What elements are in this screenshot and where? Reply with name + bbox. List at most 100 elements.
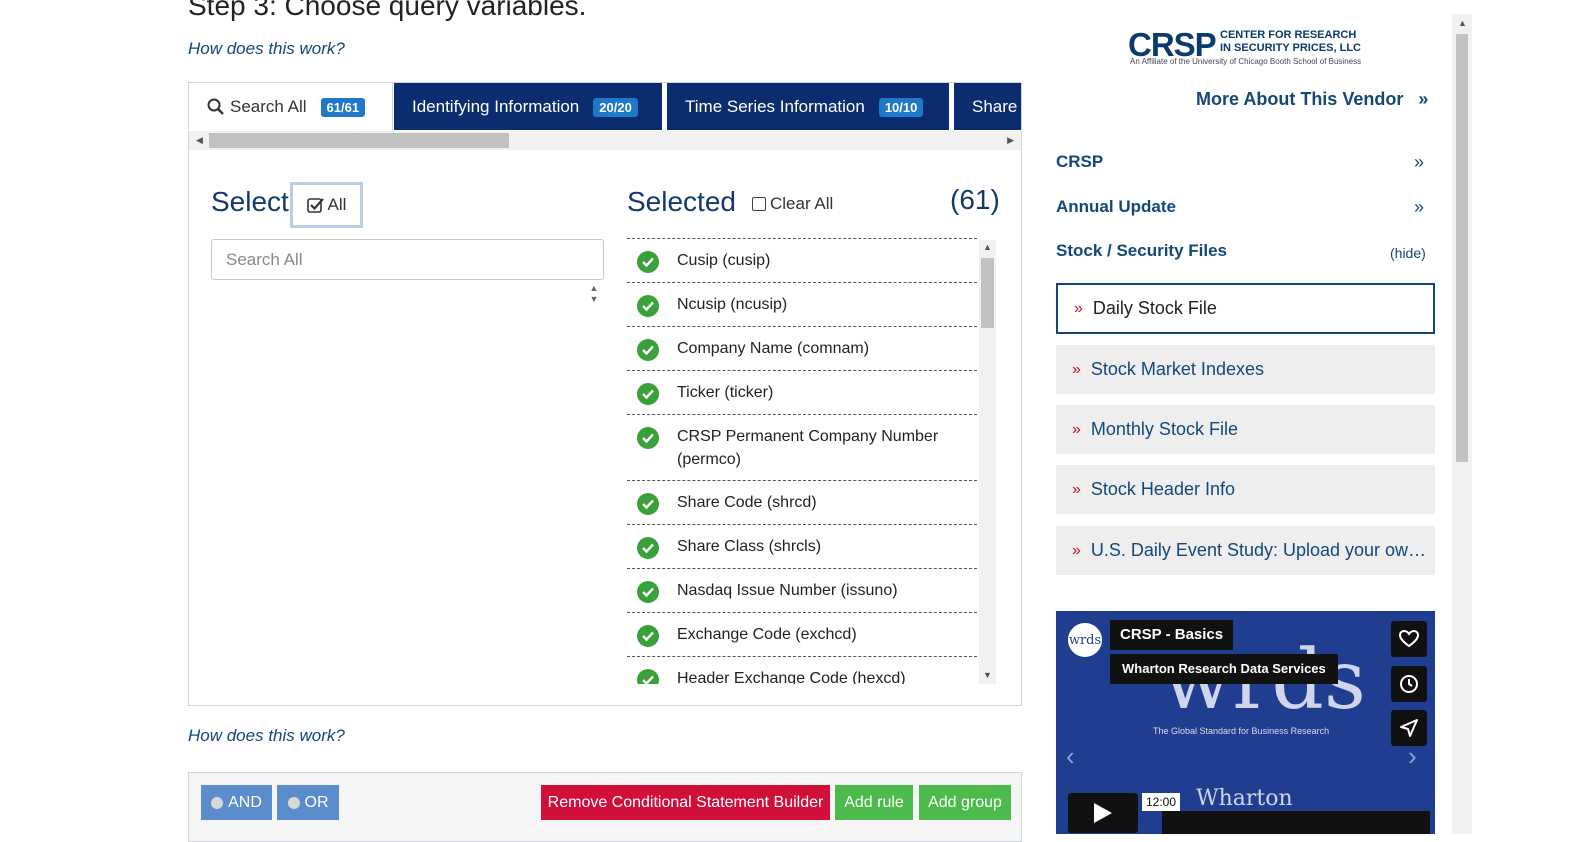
tab-search-all[interactable]: Search All 61/61 [189, 83, 393, 130]
tab-label: Time Series Information [685, 97, 865, 116]
count-badge: 10/10 [878, 97, 924, 117]
scrollbar-thumb[interactable] [981, 258, 994, 328]
file-label: Stock Market Indexes [1090, 359, 1264, 379]
video-title[interactable]: CRSP - Basics [1110, 620, 1234, 650]
scroll-right-icon[interactable]: ▶ [1007, 135, 1014, 146]
variable-label: Company Name (comnam) [677, 340, 870, 357]
selected-variable-item[interactable]: Ticker (ticker) [627, 371, 977, 415]
and-toggle[interactable]: AND [201, 785, 272, 820]
selected-variable-item[interactable]: Exchange Code (exchcd) [627, 613, 977, 657]
selected-variable-item[interactable]: Header Exchange Code (hexcd) [627, 657, 977, 684]
remove-conditional-statement-builder-button[interactable]: Remove Conditional Statement Builder [541, 785, 830, 820]
wharton-watermark: Wharton [1196, 786, 1293, 811]
count-badge: 20/20 [593, 97, 638, 117]
scroll-up-icon[interactable]: ▲ [983, 242, 992, 252]
play-button[interactable] [1068, 793, 1138, 833]
page-scrollbar[interactable]: ▲ [1452, 14, 1472, 834]
variable-label: Header Exchange Code (hexcd) [677, 670, 906, 684]
tab-time-series-information[interactable]: Time Series Information 10/10 [667, 83, 949, 130]
double-chevron-right-icon[interactable]: » [1414, 197, 1424, 218]
checkbox-icon[interactable] [752, 197, 766, 211]
spin-up-icon[interactable]: ▲ [586, 283, 602, 294]
video-player[interactable]: wrds The Global Standard for Business Re… [1056, 611, 1435, 834]
double-chevron-right-icon: » [1072, 360, 1081, 378]
sidebar-item-annual-update[interactable]: Annual Update [1056, 197, 1176, 217]
heart-icon [1399, 630, 1419, 648]
select-all-toggle[interactable]: All [290, 182, 363, 228]
add-rule-button[interactable]: Add rule [835, 785, 913, 820]
variable-label: CRSP Permanent Company Number (permco) [677, 428, 939, 468]
like-button[interactable] [1391, 621, 1427, 657]
logo-line: CENTER FOR RESEARCH [1220, 29, 1357, 41]
variable-label: Ticker (ticker) [677, 384, 774, 401]
file-label: Monthly Stock File [1090, 419, 1238, 439]
check-circle-icon [637, 625, 659, 647]
tab-share[interactable]: Share [954, 83, 1021, 130]
selected-variable-item[interactable]: Company Name (comnam) [627, 327, 977, 371]
vendor-link-label: More About This Vendor [1196, 89, 1404, 109]
radio-icon [287, 796, 300, 809]
add-group-button[interactable]: Add group [919, 785, 1011, 820]
scrollbar-thumb[interactable] [1456, 34, 1468, 462]
double-chevron-right-icon[interactable]: » [1414, 152, 1424, 173]
hide-section-link[interactable]: (hide) [1390, 245, 1426, 261]
check-circle-icon [637, 537, 659, 559]
scrollbar-thumb[interactable] [209, 133, 509, 148]
variable-tabs: Search All 61/61 Identifying Information… [188, 82, 1022, 130]
sidebar-item-monthly-stock-file[interactable]: » Monthly Stock File [1056, 405, 1435, 454]
check-circle-icon [637, 339, 659, 361]
check-circle-icon [637, 427, 659, 449]
variable-label: Share Class (shrcls) [677, 538, 822, 555]
double-chevron-right-icon: » [1072, 541, 1081, 559]
chevron-left-icon[interactable]: ‹ [1066, 741, 1075, 772]
selected-count: (61) [950, 184, 1000, 215]
wrds-logo[interactable]: wrds [1066, 621, 1104, 659]
watch-later-button[interactable] [1391, 666, 1427, 702]
tab-label: Search All [230, 97, 307, 116]
selected-variable-item[interactable]: Cusip (cusip) [627, 239, 977, 283]
scroll-up-icon[interactable]: ▲ [1458, 18, 1467, 28]
file-label: Stock Header Info [1090, 479, 1235, 499]
sidebar-item-stock-header-info[interactable]: » Stock Header Info [1056, 465, 1435, 514]
selected-variable-item[interactable]: CRSP Permanent Company Number (permco) [627, 415, 977, 481]
video-controls-bar[interactable] [1162, 811, 1430, 834]
sidebar-item-crsp[interactable]: CRSP [1056, 152, 1103, 172]
selected-variable-item[interactable]: Share Class (shrcls) [627, 525, 977, 569]
search-icon [207, 98, 224, 115]
sidebar-item-stock-market-indexes[interactable]: » Stock Market Indexes [1056, 345, 1435, 394]
checked-box-icon [306, 197, 324, 213]
sidebar-item-daily-stock-file[interactable]: » Daily Stock File [1056, 283, 1435, 334]
logo-line: IN SECURITY PRICES, LLC [1220, 42, 1361, 54]
selected-variable-item[interactable]: Nasdaq Issue Number (issuno) [627, 569, 977, 613]
selected-variables-list: Cusip (cusip) Ncusip (ncusip) Company Name… [627, 238, 977, 684]
spin-down-icon[interactable]: ▼ [586, 294, 602, 305]
more-about-vendor-link[interactable]: More About This Vendor » [1196, 89, 1428, 110]
video-channel[interactable]: Wharton Research Data Services [1110, 654, 1338, 684]
check-circle-icon [637, 581, 659, 603]
tabs-horizontal-scrollbar[interactable]: ◀ ▶ [188, 131, 1022, 150]
video-tagline: The Global Standard for Business Researc… [1153, 726, 1330, 736]
selected-variable-item[interactable]: Ncusip (ncusip) [627, 283, 977, 327]
variable-search-input[interactable] [211, 239, 604, 280]
how-does-this-work-link[interactable]: How does this work? [188, 39, 345, 59]
chevron-right-icon[interactable]: › [1408, 741, 1417, 772]
scroll-left-icon[interactable]: ◀ [196, 135, 203, 146]
and-label: AND [228, 793, 262, 811]
variable-label: Cusip (cusip) [677, 252, 771, 269]
radio-icon [211, 796, 224, 809]
variable-label: Share Code (shrcd) [677, 494, 817, 511]
check-circle-icon [637, 383, 659, 405]
selected-variable-item[interactable]: Share Code (shrcd) [627, 481, 977, 525]
how-does-this-work-link[interactable]: How does this work? [188, 726, 345, 746]
selected-list-scrollbar[interactable]: ▲ ▼ [979, 240, 996, 684]
sidebar-item-us-daily-event-study[interactable]: » U.S. Daily Event Study: Upload your ow… [1056, 526, 1435, 575]
tab-identifying-information[interactable]: Identifying Information 20/20 [394, 83, 662, 130]
or-label: OR [304, 793, 329, 811]
select-all-label: All [327, 195, 347, 214]
scroll-down-icon[interactable]: ▼ [983, 670, 992, 680]
clock-icon [1400, 675, 1418, 693]
check-circle-icon [637, 669, 659, 684]
or-toggle[interactable]: OR [277, 785, 339, 820]
list-spinner[interactable]: ▲ ▼ [586, 283, 602, 307]
clear-all-checkbox[interactable]: Clear All [752, 194, 833, 214]
